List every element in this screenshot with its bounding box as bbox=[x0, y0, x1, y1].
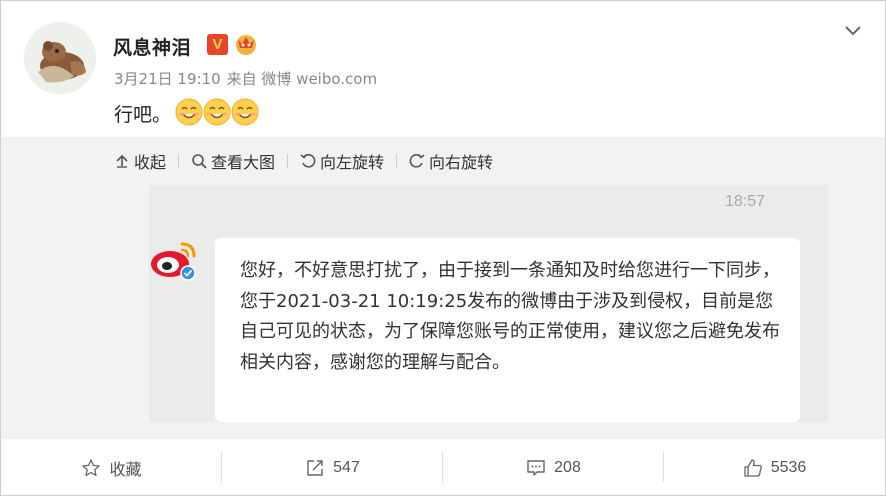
favorite-button[interactable]: 收藏 bbox=[1, 440, 222, 495]
chat-message-text: 您好，不好意思打扰了，由于接到一条通知及时给您进行一下同步，您于2021-03-… bbox=[240, 260, 780, 373]
like-count: 5536 bbox=[770, 458, 807, 476]
comment-icon bbox=[527, 459, 545, 476]
collapse-label: 收起 bbox=[134, 153, 167, 172]
member-crown-icon[interactable] bbox=[233, 32, 259, 56]
view-large-label: 查看大图 bbox=[211, 153, 276, 172]
post-meta: 3月21日 19:10 来自 微博 weibo.com bbox=[114, 68, 383, 89]
collapse-up-icon bbox=[116, 154, 128, 168]
rotate-left-button[interactable]: 向左旋转 bbox=[300, 149, 384, 173]
chevron-down-icon[interactable] bbox=[843, 20, 863, 40]
smile-emoji-icon bbox=[175, 98, 203, 126]
divider bbox=[287, 154, 289, 168]
media-toolbar: 收起 查看大图 向左旋转 向右旋转 bbox=[114, 150, 493, 172]
verified-vip-badge[interactable]: V bbox=[207, 34, 228, 55]
collapse-button[interactable]: 收起 bbox=[114, 149, 166, 173]
post-action-bar: 收藏 547 208 5536 bbox=[1, 440, 885, 495]
weibo-logo-icon bbox=[151, 242, 196, 281]
smile-emoji-icon bbox=[203, 98, 231, 126]
post-date[interactable]: 3月21日 19:10 bbox=[114, 70, 221, 88]
verified-icon bbox=[180, 265, 196, 281]
like-button[interactable]: 5536 bbox=[664, 440, 885, 495]
star-icon bbox=[82, 458, 101, 476]
username[interactable]: 风息神泪 bbox=[113, 33, 191, 60]
rotate-right-button[interactable]: 向右旋转 bbox=[409, 149, 493, 173]
search-icon bbox=[192, 154, 207, 169]
avatar-image bbox=[24, 22, 96, 94]
repost-button[interactable]: 547 bbox=[222, 440, 443, 495]
rotate-right-label: 向右旋转 bbox=[429, 153, 494, 172]
chat-timestamp: 18:57 bbox=[725, 193, 766, 210]
divider bbox=[396, 154, 398, 168]
rotate-left-icon bbox=[300, 153, 316, 168]
repost-icon bbox=[307, 459, 323, 476]
view-large-button[interactable]: 查看大图 bbox=[191, 149, 275, 173]
rotate-right-icon bbox=[409, 153, 425, 168]
thumbs-up-icon bbox=[744, 458, 762, 477]
favorite-label: 收藏 bbox=[109, 461, 142, 479]
divider bbox=[178, 154, 180, 168]
comment-button[interactable]: 208 bbox=[443, 440, 664, 495]
rotate-left-label: 向左旋转 bbox=[320, 153, 385, 172]
post-text: 行吧。 bbox=[114, 104, 172, 126]
smile-emoji-icon bbox=[231, 98, 259, 126]
repost-count: 547 bbox=[333, 458, 360, 476]
post-source[interactable]: 来自 微博 weibo.com bbox=[227, 70, 377, 88]
comment-count: 208 bbox=[554, 458, 581, 476]
avatar[interactable] bbox=[24, 22, 96, 94]
